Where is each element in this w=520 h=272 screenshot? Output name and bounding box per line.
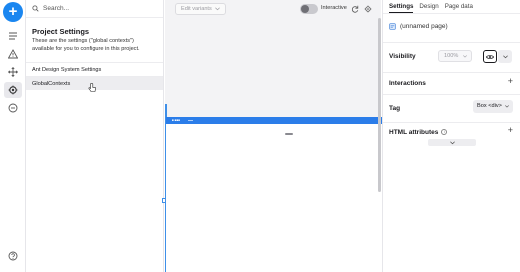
chevron-down-icon bbox=[449, 141, 455, 144]
visibility-value: 100% bbox=[444, 53, 459, 59]
component-name-row: (unnamed page) bbox=[389, 23, 448, 30]
info-icon[interactable]: i bbox=[441, 129, 448, 136]
frame-logo: ■ ■■■ bbox=[172, 118, 181, 122]
gear-icon[interactable] bbox=[364, 5, 372, 13]
html-attributes-section[interactable]: HTML attributes i + bbox=[383, 122, 520, 140]
minus-circle-icon[interactable] bbox=[6, 101, 20, 115]
help-icon[interactable] bbox=[6, 249, 20, 263]
page-frame[interactable]: ■ ■■■ ▬▬ bbox=[165, 117, 382, 272]
component-name: (unnamed page) bbox=[400, 23, 448, 30]
tab-settings[interactable]: Settings bbox=[389, 0, 414, 13]
outline-icon[interactable] bbox=[6, 29, 20, 43]
search-bar bbox=[26, 0, 163, 18]
tag-value: Box <div> bbox=[477, 103, 502, 109]
edit-variants-label: Edit variants bbox=[181, 6, 212, 12]
canvas-toolbar: Edit variants Interactive bbox=[165, 0, 381, 18]
html-attributes-label: HTML attributes bbox=[389, 129, 439, 136]
settings-item-global-contexts[interactable]: GlobalContexts bbox=[26, 76, 163, 92]
hand-cursor-icon bbox=[88, 83, 96, 92]
tag-select[interactable]: Box <div> bbox=[473, 100, 513, 113]
project-settings-panel: Project Settings These are the settings … bbox=[26, 0, 164, 272]
refresh-icon[interactable] bbox=[351, 5, 359, 13]
properties-tabs: Settings Design Page data bbox=[383, 0, 520, 14]
move-icon[interactable] bbox=[6, 65, 20, 79]
visibility-label: Visibility bbox=[389, 53, 416, 60]
settings-item-ant-design[interactable]: Ant Design System Settings bbox=[26, 62, 163, 76]
search-input[interactable] bbox=[43, 5, 153, 12]
warning-icon[interactable] bbox=[6, 47, 20, 61]
canvas-scrollbar[interactable] bbox=[378, 18, 381, 192]
tab-design[interactable]: Design bbox=[419, 0, 438, 13]
add-button[interactable]: + bbox=[3, 2, 23, 22]
search-icon bbox=[32, 5, 39, 12]
panel-title: Project Settings bbox=[32, 27, 90, 36]
page-icon bbox=[389, 23, 396, 30]
settings-icon[interactable] bbox=[4, 82, 22, 98]
frame-resize-handle[interactable] bbox=[162, 198, 166, 203]
add-interaction-icon[interactable]: + bbox=[508, 76, 513, 86]
canvas-area[interactable]: Edit variants Interactive ■ ■■■ ▬▬ bbox=[162, 0, 382, 272]
chevron-down-icon bbox=[502, 55, 508, 58]
visibility-eye-button[interactable] bbox=[483, 50, 497, 63]
expand-attributes-button[interactable] bbox=[428, 139, 476, 146]
visibility-select[interactable]: 100% bbox=[438, 50, 472, 62]
add-attribute-icon[interactable]: + bbox=[508, 125, 513, 135]
interactive-label: Interactive bbox=[321, 5, 347, 11]
interactions-label: Interactions bbox=[389, 80, 426, 87]
frame-drag-handle[interactable] bbox=[285, 133, 293, 135]
chevron-down-icon bbox=[214, 7, 220, 11]
visibility-dropdown-button[interactable] bbox=[498, 50, 512, 63]
eye-icon bbox=[486, 54, 494, 59]
properties-panel: Settings Design Page data (unnamed page)… bbox=[382, 0, 520, 272]
frame-header-bar: ■ ■■■ ▬▬ bbox=[166, 117, 382, 124]
chevron-down-icon bbox=[505, 105, 509, 108]
edit-variants-button[interactable]: Edit variants bbox=[175, 3, 226, 15]
frame-nav: ▬▬ bbox=[188, 118, 193, 122]
tag-label: Tag bbox=[389, 105, 401, 112]
html-attributes-label-row: HTML attributes i bbox=[389, 129, 448, 136]
left-icon-rail: + bbox=[0, 0, 26, 272]
interactive-toggle[interactable] bbox=[300, 4, 318, 14]
chevron-down-icon bbox=[463, 55, 467, 58]
interactions-section[interactable]: Interactions + bbox=[383, 72, 520, 94]
tab-page-data[interactable]: Page data bbox=[445, 0, 473, 13]
panel-description: These are the settings ("global contexts… bbox=[32, 38, 140, 52]
frame-selection-marker bbox=[165, 104, 167, 118]
settings-item-label: GlobalContexts bbox=[32, 81, 71, 87]
